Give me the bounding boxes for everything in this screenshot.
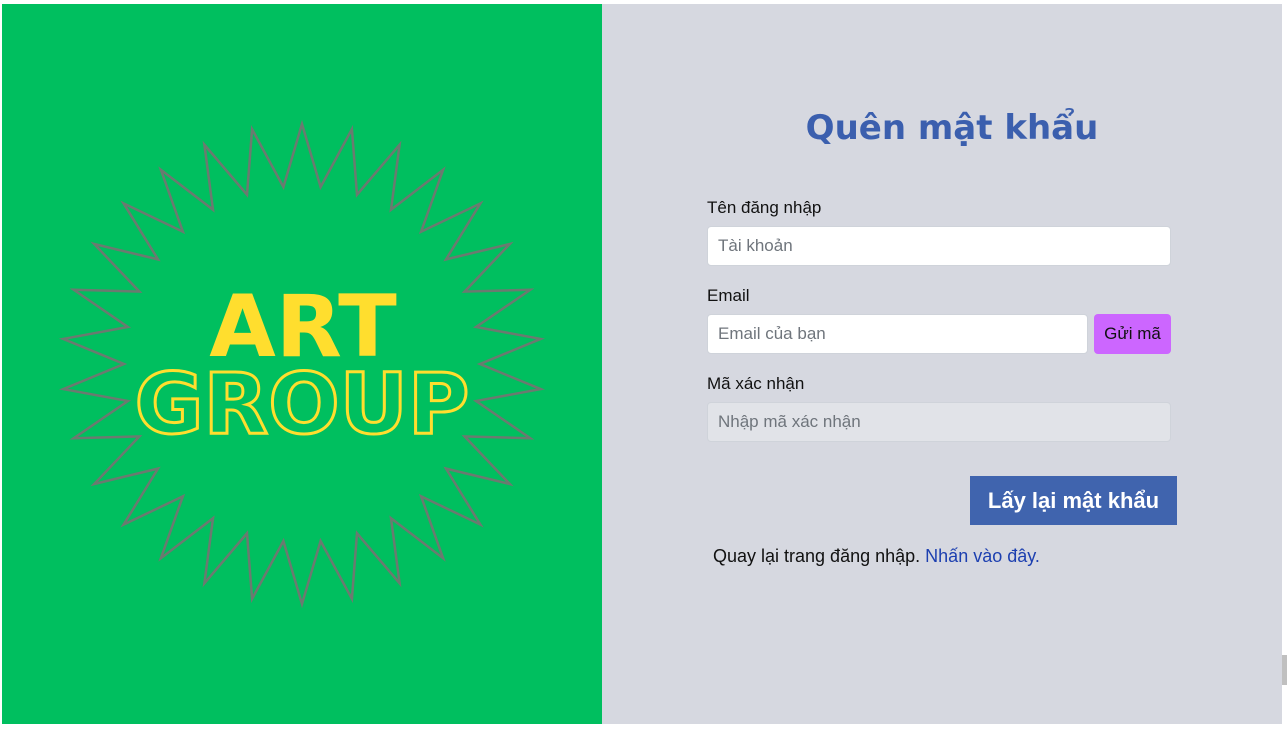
reset-password-button[interactable]: Lấy lại mật khẩu bbox=[970, 476, 1177, 525]
app-window: ART GROUP Quên mật khẩu Tên đăng nhập Em… bbox=[2, 4, 1282, 724]
verification-code-input[interactable] bbox=[707, 402, 1171, 442]
logo-text-group: GROUP bbox=[135, 355, 470, 453]
username-label: Tên đăng nhập bbox=[707, 198, 822, 217]
email-input[interactable] bbox=[707, 314, 1088, 354]
email-label: Email bbox=[707, 286, 750, 305]
back-text: Quay lại trang đăng nhập. bbox=[713, 546, 921, 566]
brand-logo: ART GROUP bbox=[58, 119, 546, 609]
back-to-login: Quay lại trang đăng nhập. Nhấn vào đây. bbox=[713, 546, 1040, 567]
scrollbar-thumb[interactable] bbox=[1282, 655, 1287, 685]
code-label: Mã xác nhận bbox=[707, 374, 805, 393]
form-panel: Quên mật khẩu Tên đăng nhập Email Gửi mã… bbox=[602, 4, 1282, 724]
brand-panel: ART GROUP bbox=[2, 4, 602, 724]
send-code-button[interactable]: Gửi mã bbox=[1094, 314, 1171, 354]
username-input[interactable] bbox=[707, 226, 1171, 266]
back-to-login-link[interactable]: Nhấn vào đây. bbox=[925, 546, 1040, 566]
page-title: Quên mật khẩu bbox=[805, 108, 1099, 148]
